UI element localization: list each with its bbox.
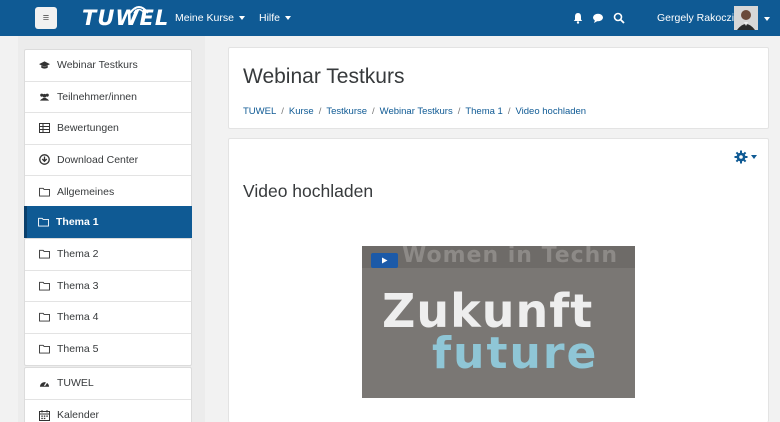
folder-icon [39, 312, 50, 323]
chevron-down-icon [751, 155, 757, 159]
drawer-item-label: Allgemeines [57, 185, 115, 198]
breadcrumb-item[interactable]: Testkurse [326, 106, 367, 117]
menu-hilfe-label: Hilfe [259, 12, 281, 24]
video-subline: future [432, 328, 599, 379]
breadcrumb-separator: / [318, 106, 322, 117]
avatar[interactable] [734, 6, 758, 30]
brand-text: TUWEL [82, 6, 170, 30]
brand-logo[interactable]: TUWEL [82, 6, 169, 30]
user-menu-chevron-icon[interactable] [764, 17, 770, 21]
folder-icon [39, 249, 50, 260]
drawer-item-label: Thema 1 [56, 215, 99, 228]
drawer-item-allgemeines[interactable]: Allgemeines [25, 176, 191, 208]
breadcrumb: TUWEL / Kurse / Testkurse / Webinar Testkur… [243, 106, 586, 117]
calendar-icon [39, 409, 50, 421]
breadcrumb-item[interactable]: Thema 1 [465, 106, 503, 117]
search-icon[interactable] [613, 12, 625, 24]
drawer-item-label: Thema 5 [57, 343, 99, 356]
breadcrumb-item[interactable]: Webinar Testkurs [380, 106, 453, 117]
drawer-item-label: Teilnehmer/innen [57, 90, 137, 103]
download-icon [39, 154, 50, 166]
drawer-toggle-button[interactable]: ≡ [35, 7, 57, 29]
chevron-down-icon [238, 16, 245, 20]
drawer-item-download-center[interactable]: Download Center [25, 145, 191, 176]
folder-icon [38, 216, 49, 227]
play-button[interactable] [371, 253, 398, 268]
hamburger-icon: ≡ [42, 12, 50, 24]
menu-hilfe[interactable]: Hilfe [259, 12, 292, 24]
brand-mark-icon [129, 6, 149, 14]
breadcrumb-separator: / [281, 106, 284, 117]
course-nav-group: Webinar Testkurs Teilnehmer/innen Bewert… [24, 49, 192, 209]
folder-icon [39, 344, 50, 355]
chevron-down-icon [285, 16, 292, 20]
user-photo-icon [734, 6, 758, 30]
breadcrumb-separator: / [457, 106, 461, 117]
breadcrumb-item[interactable]: Video hochladen [515, 106, 586, 117]
drawer-item-label: Thema 2 [57, 248, 99, 261]
menu-meine-kurse[interactable]: Meine Kurse [175, 12, 245, 24]
drawer-item-tuwel[interactable]: TUWEL [25, 368, 191, 400]
breadcrumb-item[interactable]: Kurse [289, 106, 314, 117]
breadcrumb-separator: / [372, 106, 375, 117]
drawer-item-thema-1[interactable]: Thema 1 [24, 206, 192, 238]
folder-icon [39, 186, 50, 197]
play-icon [382, 257, 388, 264]
section-title: Video hochladen [243, 181, 374, 201]
drawer-item-label: Thema 4 [57, 311, 99, 324]
menu-meine-kurse-label: Meine Kurse [175, 12, 234, 24]
video-overlay-text: Women in Techn [402, 246, 618, 268]
bell-icon[interactable] [572, 12, 584, 24]
dashboard-icon [39, 378, 50, 389]
breadcrumb-item[interactable]: TUWEL [243, 106, 276, 117]
drawer-item-label: Bewertungen [57, 122, 119, 135]
topics-nav-group-rest: Thema 2 Thema 3 Thema 4 Thema 5 [24, 238, 192, 366]
drawer-item-label: Thema 3 [57, 279, 99, 292]
drawer-item-label: TUWEL [57, 377, 94, 390]
drawer-item-teilnehmer[interactable]: Teilnehmer/innen [25, 82, 191, 113]
drawer-item-label: Webinar Testkurs [57, 59, 138, 72]
drawer-item-webinar-testkurs[interactable]: Webinar Testkurs [25, 50, 191, 82]
chat-icon[interactable] [592, 12, 604, 24]
video-player[interactable]: Women in Techn Zukunft future [362, 246, 635, 398]
drawer-item-thema-2[interactable]: Thema 2 [25, 239, 191, 271]
page-header: Webinar Testkurs TUWEL / Kurse / Testkurse… [228, 47, 769, 129]
drawer-item-label: Kalender [57, 409, 100, 422]
drawer-item-kalender[interactable]: Kalender [25, 400, 191, 422]
graduation-cap-icon [39, 60, 50, 71]
drawer-item-label: Download Center [57, 153, 139, 166]
page-settings-menu[interactable] [734, 150, 757, 164]
table-icon [39, 123, 50, 134]
folder-icon [39, 280, 50, 291]
user-name[interactable]: Gergely Rakoczi [657, 12, 734, 24]
users-icon [39, 91, 50, 102]
drawer-item-thema-5[interactable]: Thema 5 [25, 334, 191, 366]
drawer-item-bewertungen[interactable]: Bewertungen [25, 113, 191, 145]
site-nav-group: TUWEL Kalender [24, 367, 192, 422]
drawer-item-thema-4[interactable]: Thema 4 [25, 302, 191, 334]
nav-drawer: Webinar Testkurs Teilnehmer/innen Bewert… [18, 36, 205, 422]
top-navbar: ≡ TUWEL Meine Kurse Hilfe Gergely Rakocz… [0, 0, 780, 36]
topics-nav-group: Thema 1 [24, 206, 192, 238]
gear-icon [734, 150, 748, 164]
breadcrumb-separator: / [507, 106, 511, 117]
page-title: Webinar Testkurs [243, 65, 405, 88]
drawer-item-thema-3[interactable]: Thema 3 [25, 271, 191, 302]
